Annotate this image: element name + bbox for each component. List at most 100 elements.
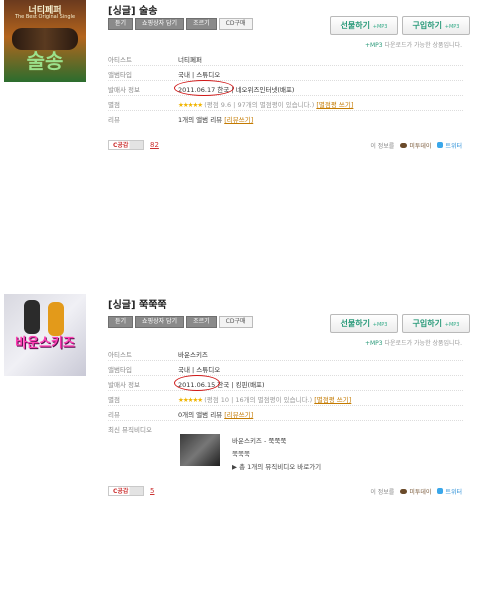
mv-more-link[interactable]: ▶ 총 1개의 뮤직비디오 바로가기 [232,461,321,471]
cd-purchase-button[interactable]: CD구매 [218,18,253,30]
rating-value: ★★★★★ (평점 9.6 | 97개의 별점평이 있습니다.) [별점평 쓰기… [178,99,353,109]
release-publisher: 한국 | 킹핀(배포) [215,381,265,389]
mp3-download-note: +MP3 다운로드가 가능한 상품입니다. [365,40,462,49]
cover-figure [48,302,64,336]
review-value: 0개의 앨범 리뷰 [리뷰쓰기] [178,409,253,419]
me2day-share-button[interactable]: 미투데이 [400,141,431,150]
me2day-label: 미투데이 [409,143,432,150]
artist-link[interactable]: 바운스키즈 [178,349,208,359]
write-review-link[interactable]: [리뷰쓰기] [224,116,253,124]
twitter-share-button[interactable]: 트위터 [437,141,462,150]
twitter-icon [437,142,444,148]
add-to-cart-button[interactable]: 쇼핑상자 담기 [135,316,185,328]
cover-figure [24,300,40,334]
share-bar: 이 정보를 미투데이 트위터 [370,141,462,150]
rating-label: 별점 [108,396,120,404]
info-row-rating: 별점 ★★★★★ (평점 10 | 16개의 별점평이 있습니다.) [별점평 … [108,391,463,406]
mp3-tag: +MP3 [444,24,460,30]
share-info-text: 이 정보를 [370,143,395,150]
write-rating-link[interactable]: [별점평 쓰기] [314,396,351,404]
twitter-label: 트위터 [445,489,462,496]
mp3-tag: +MP3 [444,322,460,328]
type-label: 앨범타입 [108,366,132,374]
info-row-artist: 아티스트 바운스키즈 [108,346,463,361]
like-count-link[interactable]: 82 [150,141,159,149]
action-tabs: 듣기 쇼핑상자 담기 조르기 CD구매 [108,18,253,30]
rating-value: ★★★★★ (평점 10 | 16개의 별점평이 있습니다.) [별점평 쓰기] [178,394,351,404]
artist-label: 아티스트 [108,56,132,64]
mp3-tag: +MP3 [372,322,388,328]
request-button[interactable]: 조르기 [186,316,217,328]
album-cover[interactable]: 바운스키즈 [4,294,86,376]
rating-summary: (평점 9.6 | 97개의 별점평이 있습니다.) [204,101,315,109]
info-row-artist: 아티스트 너티페퍼 [108,51,463,66]
album-entry: 너티페퍼 The Best Original Single 술송 [싱글] 술송… [0,0,480,170]
twitter-icon [437,488,444,494]
type-value: 국내 | 스튜디오 [178,71,221,79]
twitter-share-button[interactable]: 트위터 [437,487,462,496]
album-cover[interactable]: 너티페퍼 The Best Original Single 술송 [4,0,86,82]
gift-button[interactable]: 선물하기 +MP3 [330,314,398,333]
red-circle-annotation [174,80,234,96]
info-row-release: 발매사 정보 2011.06.17 한국 | 네오위즈인터넷(배포) [108,81,463,96]
gift-button-label: 선물하기 [340,319,370,328]
album-title[interactable]: [싱글] 쭉쭉쭉 [108,296,167,311]
artist-link[interactable]: 너티페퍼 [178,54,202,64]
info-row-type: 앨범타입 국내 | 스튜디오 [108,361,463,376]
cover-title-text: 술송 [26,49,64,73]
write-review-link[interactable]: [리뷰쓰기] [224,411,253,419]
c-like-button[interactable]: C공감 [108,486,144,496]
red-circle-annotation [174,375,220,391]
info-row-review: 리뷰 1개의 앨범 리뷰 [리뷰쓰기] [108,111,463,125]
info-row-type: 앨범타입 국내 | 스튜디오 [108,66,463,81]
listen-button[interactable]: 듣기 [108,18,134,30]
music-video-label: 최신 뮤직비디오 [108,426,152,434]
mv-song-link[interactable]: 쭉쭉쭉 [232,448,321,458]
rating-label: 별점 [108,101,120,109]
star-rating-icon: ★★★★★ [178,101,203,109]
star-rating-icon: ★★★★★ [178,396,203,404]
info-row-rating: 별점 ★★★★★ (평점 9.6 | 97개의 별점평이 있습니다.) [별점평… [108,96,463,111]
info-row-review: 리뷰 0개의 앨범 리뷰 [리뷰쓰기] [108,406,463,421]
review-count[interactable]: 1개의 앨범 리뷰 [178,116,222,124]
gift-button[interactable]: 선물하기 +MP3 [330,16,398,35]
release-label: 발매사 정보 [108,86,140,94]
review-value: 1개의 앨범 리뷰 [리뷰쓰기] [178,114,253,124]
cd-purchase-button[interactable]: CD구매 [218,316,253,328]
me2day-share-button[interactable]: 미투데이 [400,487,431,496]
cover-subtitle-text: The Best Original Single [14,14,76,20]
buy-button[interactable]: 구입하기 +MP3 [402,314,470,333]
action-tabs: 듣기 쇼핑상자 담기 조르기 CD구매 [108,316,253,328]
me2day-icon [400,489,408,494]
me2day-icon [400,143,408,148]
share-bar: 이 정보를 미투데이 트위터 [370,487,462,496]
request-button[interactable]: 조르기 [186,18,217,30]
add-to-cart-button[interactable]: 쇼핑상자 담기 [135,18,185,30]
mp3-note-prefix: +MP3 [364,42,383,49]
twitter-label: 트위터 [445,143,462,150]
music-video-thumbnail[interactable] [180,434,220,466]
buy-button[interactable]: 구입하기 +MP3 [402,16,470,35]
rating-summary: (평점 10 | 16개의 별점평이 있습니다.) [204,396,313,404]
review-label: 리뷰 [108,411,120,419]
c-like-button[interactable]: C공감 [108,140,144,150]
album-title[interactable]: [싱글] 술송 [108,2,157,17]
mv-title-link[interactable]: 바운스키즈 - 쭉쭉쭉 [232,435,321,445]
release-label: 발매사 정보 [108,381,140,389]
listen-button[interactable]: 듣기 [108,316,134,328]
mp3-note-text: 다운로드가 가능한 상품입니다. [382,42,462,49]
artist-label: 아티스트 [108,351,132,359]
like-count-link[interactable]: 5 [150,487,154,495]
type-value: 국내 | 스튜디오 [178,366,221,374]
music-video-info: 바운스키즈 - 쭉쭉쭉 쭉쭉쭉 ▶ 총 1개의 뮤직비디오 바로가기 [232,435,321,471]
type-label: 앨범타입 [108,71,132,79]
buy-button-label: 구입하기 [412,21,442,30]
me2day-label: 미투데이 [409,489,432,496]
info-row-release: 발매사 정보 2011.06.15 한국 | 킹핀(배포) [108,376,463,391]
write-rating-link[interactable]: [별점평 쓰기] [316,101,353,109]
buy-button-label: 구입하기 [412,319,442,328]
review-count[interactable]: 0개의 앨범 리뷰 [178,411,222,419]
review-label: 리뷰 [108,116,120,124]
album-entry: 바운스키즈 [싱글] 쭉쭉쭉 듣기 쇼핑상자 담기 조르기 CD구매 선물하기 … [0,294,480,514]
gift-button-label: 선물하기 [340,21,370,30]
